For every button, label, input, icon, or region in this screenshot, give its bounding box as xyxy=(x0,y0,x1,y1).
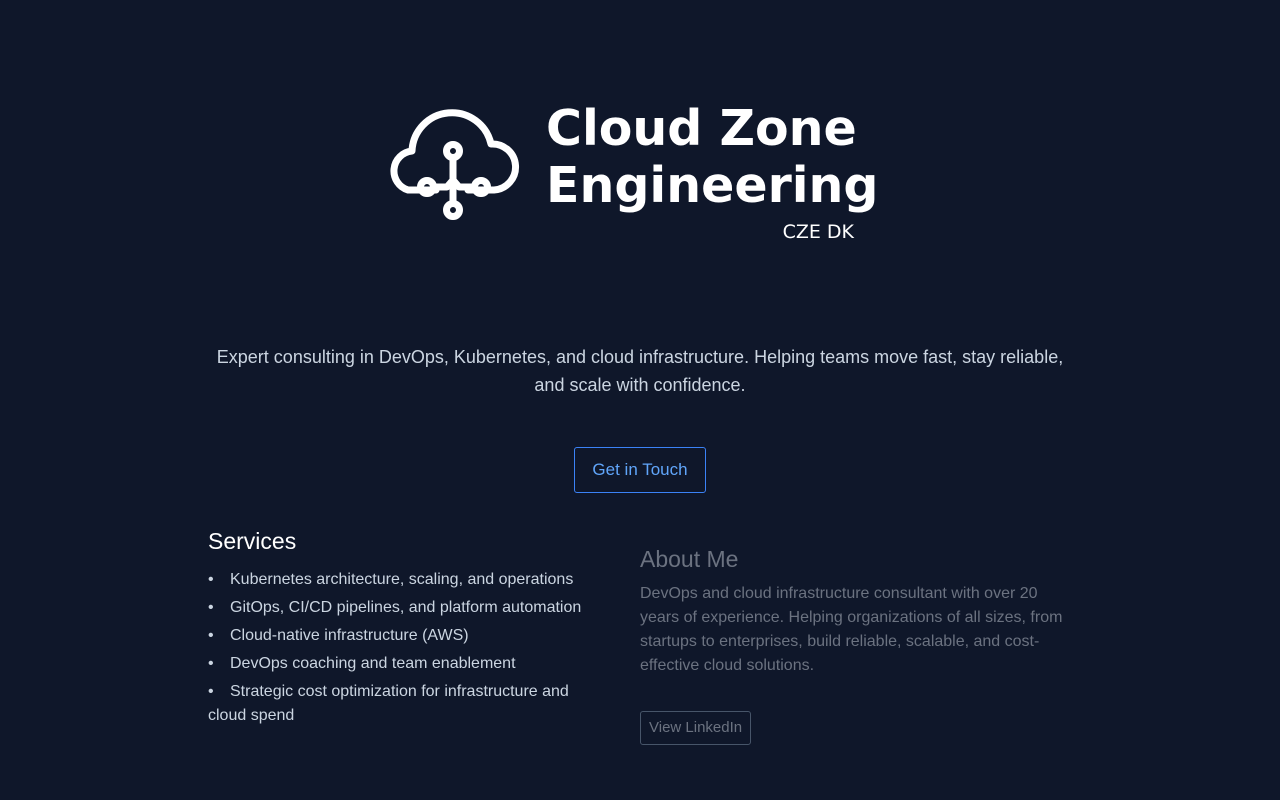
bullet: • xyxy=(208,627,214,644)
service-text: Strategic cost optimization for infrastr… xyxy=(208,683,569,724)
about-body: DevOps and cloud infrastructure consulta… xyxy=(640,585,1063,674)
service-text: GitOps, CI/CD pipelines, and platform au… xyxy=(230,599,582,616)
services-heading: Services xyxy=(208,528,297,554)
services-section: Services • Kubernetes architecture, scali… xyxy=(208,526,598,732)
get-in-touch-button[interactable]: Get in Touch xyxy=(574,447,706,493)
cloud-network-icon xyxy=(384,106,520,224)
service-text: DevOps coaching and team enablement xyxy=(230,655,516,672)
view-linkedin-button[interactable]: View LinkedIn xyxy=(640,711,752,745)
list-item: • GitOps, CI/CD pipelines, and platform a… xyxy=(208,596,598,620)
services-list: • Kubernetes architecture, scaling, and o… xyxy=(208,568,598,728)
service-text: Cloud-native infrastructure (AWS) xyxy=(230,627,469,644)
brand-title-line1: Cloud Zone xyxy=(546,100,857,157)
list-item: • Kubernetes architecture, scaling, and o… xyxy=(208,568,598,592)
about-section: About Me DevOps and cloud infrastructure… xyxy=(640,544,1070,745)
landing-page: Cloud Zone Engineering CZE DK Expert con… xyxy=(0,0,1280,800)
bullet: • xyxy=(208,655,214,672)
list-item: • DevOps coaching and team enablement xyxy=(208,652,598,676)
bullet: • xyxy=(208,599,214,616)
brand-subtitle: CZE DK xyxy=(782,221,854,243)
list-item: • Strategic cost optimization for infrast… xyxy=(208,680,598,728)
bullet: • xyxy=(208,571,214,588)
about-heading: About Me xyxy=(640,546,739,572)
brand-title: Cloud Zone Engineering xyxy=(546,100,879,214)
service-text: Kubernetes architecture, scaling, and op… xyxy=(230,571,574,588)
bullet: • xyxy=(208,683,214,700)
hero-tagline: Expert consulting in DevOps, Kubernetes,… xyxy=(216,347,1064,395)
list-item: • Cloud-native infrastructure (AWS) xyxy=(208,624,598,648)
brand-title-line2: Engineering xyxy=(546,157,879,214)
